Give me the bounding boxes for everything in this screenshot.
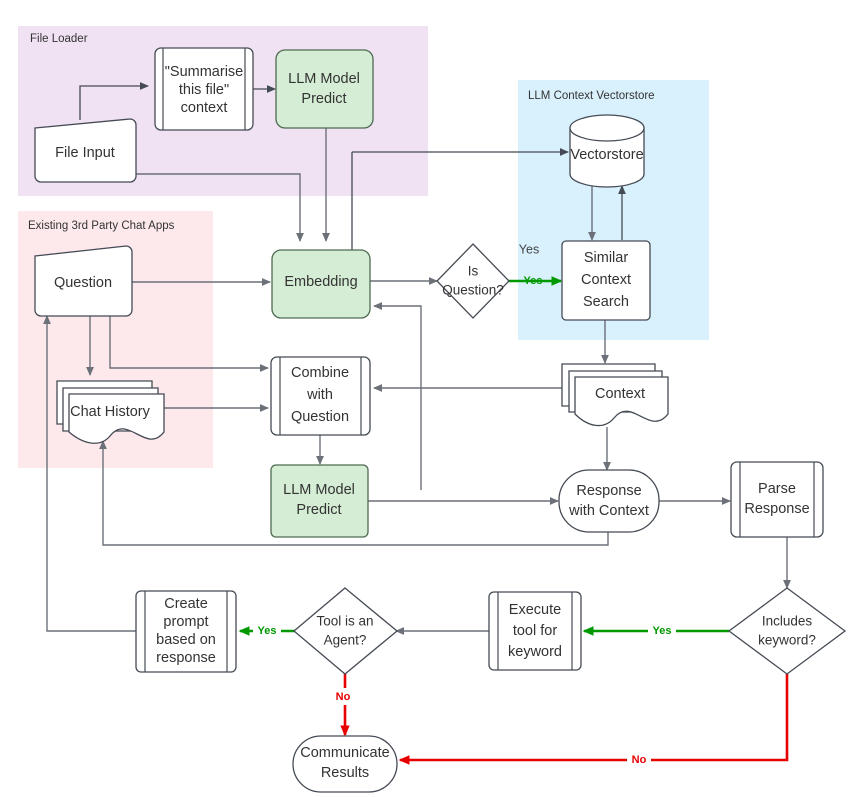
edge-label-yes-tool-agent: Yes	[258, 625, 277, 637]
node-create-line1: Create	[164, 596, 208, 612]
node-response-with-context-shape[interactable]	[558, 469, 660, 533]
node-summarise-context[interactable]: "Summarise this file" context	[154, 47, 254, 131]
node-parse-line2: Response	[744, 501, 809, 517]
node-summarise-context-line2: this file"	[179, 82, 229, 98]
edge-label-no-tool-agent: No	[336, 691, 351, 703]
node-similar-context-search-line2: Context	[581, 272, 631, 288]
node-is-question-line2: Question?	[442, 283, 504, 298]
edge-includes-no-to-communicate	[398, 674, 789, 765]
edge-label-yes-is-question: Yes	[524, 275, 543, 287]
node-question-label: Question	[54, 275, 112, 291]
node-llm-predict-top[interactable]: LLM Model Predict	[275, 49, 374, 129]
node-execute-line3: keyword	[508, 644, 562, 660]
node-execute-line1: Execute	[509, 602, 561, 618]
node-create-line4: response	[156, 650, 216, 666]
node-similar-context-search[interactable]: Similar Context Search	[561, 240, 651, 321]
node-execute-line2: tool for	[513, 623, 557, 639]
edge-response-feedback-to-embedding	[373, 302, 422, 490]
node-vectorstore[interactable]: Vectorstore	[569, 114, 645, 188]
node-llm-predict-top-shape[interactable]	[275, 49, 374, 129]
node-is-question[interactable]: Is Question?	[436, 243, 510, 319]
node-tool-line1: Tool is an	[316, 614, 373, 629]
node-similar-context-search-line3: Search	[583, 294, 629, 310]
node-includes-line2: keyword?	[758, 633, 816, 648]
node-create-line3: based on	[156, 632, 216, 648]
group-chat-apps-label: Existing 3rd Party Chat Apps	[28, 220, 175, 232]
node-communicate-line2: Results	[321, 765, 369, 781]
node-parse-response[interactable]: Parse Response	[730, 461, 824, 538]
node-create-line2: prompt	[163, 614, 208, 630]
node-create-prompt[interactable]: Create prompt based on response	[135, 590, 237, 673]
node-combine-line2: with	[306, 387, 333, 403]
node-summarise-context-line1: "Summarise	[165, 64, 243, 80]
node-chat-history-label: Chat History	[70, 404, 151, 420]
node-embedding[interactable]: Embedding	[271, 249, 371, 319]
node-llm-predict-middle-line1: LLM Model	[283, 482, 355, 498]
node-similar-context-search-line1: Similar	[584, 250, 628, 266]
node-is-question-line1: Is	[468, 264, 479, 279]
node-tool-is-agent-shape[interactable]	[292, 587, 399, 675]
node-communicate-results[interactable]: Communicate Results	[292, 735, 398, 793]
flowchart-canvas: File Loader Existing 3rd Party Chat Apps…	[18, 26, 847, 793]
node-summarise-context-line3: context	[181, 100, 228, 116]
node-execute-tool[interactable]: Execute tool for keyword	[488, 591, 582, 671]
node-response-with-context[interactable]: Response with Context	[558, 469, 660, 533]
node-llm-predict-middle-line2: Predict	[296, 502, 341, 518]
node-response-line1: Response	[576, 483, 641, 499]
node-tool-line2: Agent?	[324, 633, 367, 648]
group-file-loader-label: File Loader	[30, 33, 88, 45]
node-context[interactable]: Context	[561, 363, 669, 427]
node-chat-history[interactable]: Chat History	[56, 380, 165, 444]
node-vectorstore-label: Vectorstore	[570, 147, 643, 163]
edge-label-no-includes-keyword: No	[632, 754, 647, 766]
node-vectorstore-top	[569, 114, 645, 142]
node-parse-response-shape[interactable]	[730, 461, 824, 538]
node-includes-keyword-shape[interactable]	[727, 587, 847, 675]
node-embedding-label: Embedding	[284, 274, 357, 290]
edge-label-yes-includes-keyword: Yes	[653, 625, 672, 637]
node-llm-predict-top-line1: LLM Model	[288, 71, 360, 87]
node-tool-is-agent[interactable]: Tool is an Agent?	[292, 587, 399, 675]
node-includes-keyword[interactable]: Includes keyword?	[727, 587, 847, 675]
node-llm-predict-middle[interactable]: LLM Model Predict	[270, 464, 369, 538]
node-combine-with-question[interactable]: Combine with Question	[270, 356, 371, 436]
node-file-input[interactable]: File Input	[34, 118, 137, 183]
node-file-input-label: File Input	[55, 145, 115, 161]
node-includes-line1: Includes	[762, 614, 813, 629]
node-question[interactable]: Question	[34, 245, 133, 317]
node-context-label: Context	[595, 386, 645, 402]
node-parse-line1: Parse	[758, 481, 796, 497]
node-combine-line3: Question	[291, 409, 349, 425]
group-vectorstore-label: LLM Context Vectorstore	[528, 90, 655, 102]
node-is-question-shape[interactable]	[436, 243, 510, 319]
node-combine-line1: Combine	[291, 365, 349, 381]
node-communicate-line1: Communicate	[300, 745, 389, 761]
node-response-line2: with Context	[568, 503, 649, 519]
edge-label-yes-plain: Yes	[519, 242, 539, 256]
node-llm-predict-top-line2: Predict	[301, 91, 346, 107]
